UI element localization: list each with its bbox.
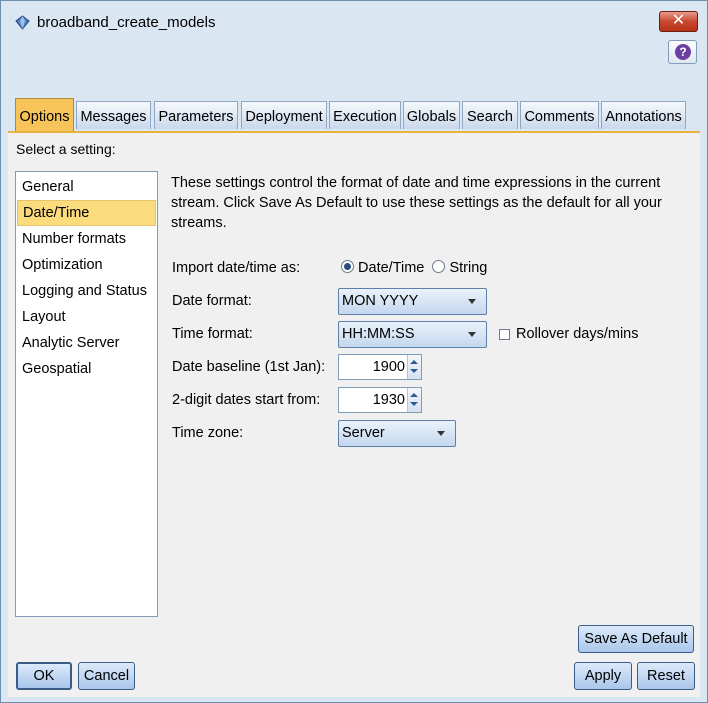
import-label: Import date/time as: [172,260,301,276]
close-button[interactable]: ✕ [659,11,698,32]
close-icon: ✕ [671,12,686,29]
settings-item-analytic-server[interactable]: Analytic Server [17,330,156,356]
settings-item-datetime[interactable]: Date/Time [17,200,156,226]
time-format-value: HH:MM:SS [342,326,415,342]
twodigit-label: 2-digit dates start from: [172,392,321,408]
timezone-label: Time zone: [172,425,244,441]
baseline-value: 1900 [372,359,405,375]
settings-list[interactable]: General Date/Time Number formats Optimiz… [15,171,158,617]
tab-comments[interactable]: Comments [520,101,599,129]
settings-item-logging[interactable]: Logging and Status [17,278,156,304]
settings-item-geospatial[interactable]: Geospatial [17,356,156,382]
import-radio-group: Date/Time String [341,260,487,276]
title-bar: broadband_create_models ✕ [1,1,707,45]
spin-down-icon[interactable] [410,402,418,406]
dialog-window: broadband_create_models ✕ ? Options Mess… [0,0,708,703]
settings-item-layout[interactable]: Layout [17,304,156,330]
date-format-select[interactable]: MON YYYY [338,288,487,315]
settings-item-general[interactable]: General [17,174,156,200]
ok-button[interactable]: OK [16,662,72,690]
tab-annotations[interactable]: Annotations [601,101,686,129]
rollover-label[interactable]: Rollover days/mins [516,326,639,342]
select-setting-label: Select a setting: [16,141,116,157]
datetime-description: These settings control the format of dat… [171,175,662,231]
spin-up-icon[interactable] [410,360,418,364]
baseline-label: Date baseline (1st Jan): [172,359,326,375]
tab-deployment[interactable]: Deployment [241,101,327,129]
window-title: broadband_create_models [37,14,216,31]
rollover-checkbox[interactable] [499,329,510,340]
chevron-down-icon [468,332,476,337]
tab-options[interactable]: Options [15,98,74,131]
baseline-spin-buttons[interactable] [407,355,421,379]
timezone-value: Server [342,425,385,441]
date-format-value: MON YYYY [342,293,419,309]
spin-down-icon[interactable] [410,369,418,373]
time-format-select[interactable]: HH:MM:SS [338,321,487,348]
radio-datetime-label[interactable]: Date/Time [358,260,424,276]
settings-item-optimization[interactable]: Optimization [17,252,156,278]
date-format-label: Date format: [172,293,252,309]
twodigit-value: 1930 [372,392,405,408]
options-panel: Select a setting: General Date/Time Numb… [8,131,700,697]
radio-datetime[interactable] [341,260,354,273]
settings-item-number-formats[interactable]: Number formats [17,226,156,252]
tab-parameters[interactable]: Parameters [154,101,238,129]
twodigit-spin-buttons[interactable] [407,388,421,412]
help-icon: ? [675,44,691,60]
reset-button[interactable]: Reset [637,662,695,690]
baseline-spinner[interactable]: 1900 [338,354,422,380]
tab-globals[interactable]: Globals [403,101,460,129]
twodigit-spinner[interactable]: 1930 [338,387,422,413]
radio-string-label[interactable]: String [449,260,487,276]
apply-button[interactable]: Apply [574,662,632,690]
radio-string[interactable] [432,260,446,273]
chevron-down-icon [437,431,445,436]
time-format-label: Time format: [172,326,253,342]
cancel-button[interactable]: Cancel [78,662,135,690]
help-button[interactable]: ? [668,40,697,64]
timezone-select[interactable]: Server [338,420,456,447]
chevron-down-icon [468,299,476,304]
tab-execution[interactable]: Execution [329,101,401,129]
tab-messages[interactable]: Messages [76,101,151,129]
save-as-default-button[interactable]: Save As Default [578,625,694,653]
spin-up-icon[interactable] [410,393,418,397]
tab-search[interactable]: Search [462,101,518,129]
app-diamond-icon [15,15,30,30]
